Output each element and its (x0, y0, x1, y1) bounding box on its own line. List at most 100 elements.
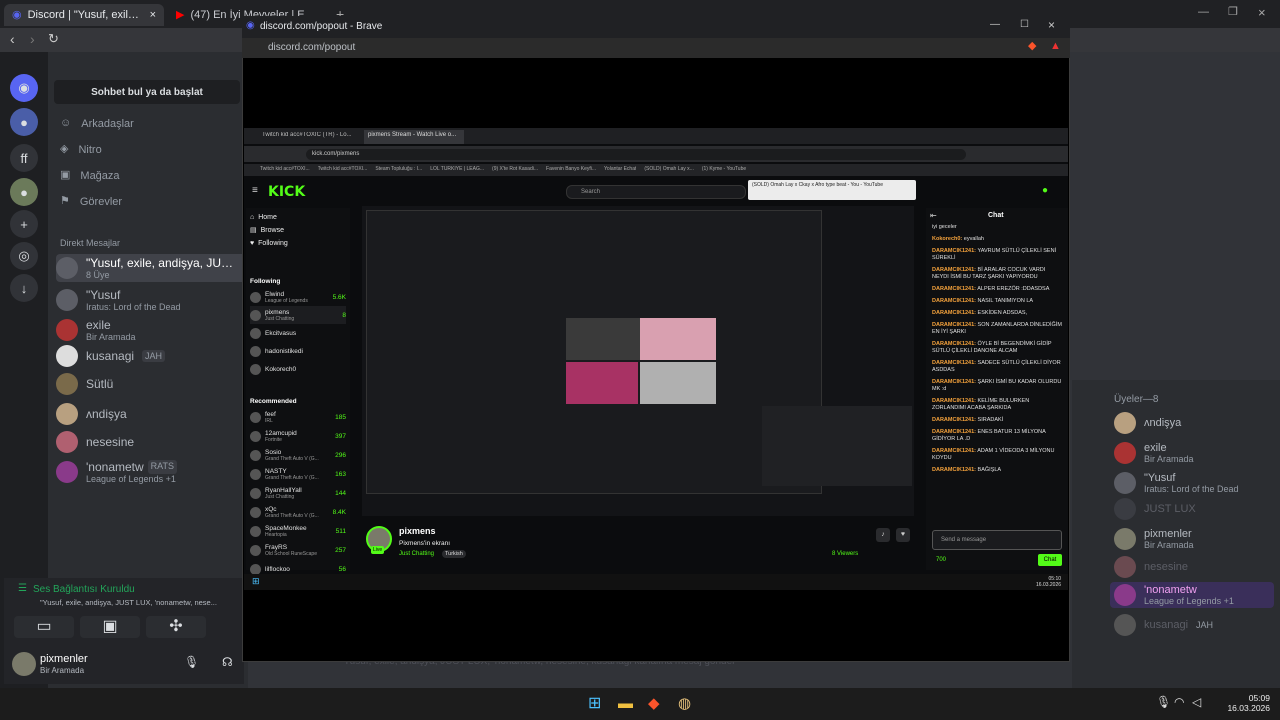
activities-button[interactable]: ✣ (146, 616, 206, 638)
forward-icon[interactable]: › (30, 32, 35, 46)
windows-icon[interactable]: ⊞ (252, 577, 260, 586)
bookmark[interactable]: Favenin Banyo Keyfi... (546, 166, 596, 174)
avatar[interactable] (12, 652, 36, 676)
search-input[interactable]: Sohbet bul ya da başlat (54, 80, 240, 104)
member-item[interactable]: exile Bir Aramada (1114, 440, 1194, 466)
dm-item[interactable]: "Yusuf, exile, andişya, JUST LUX...8 Üye (56, 254, 246, 282)
member-item[interactable]: JUST LUX (1114, 496, 1196, 522)
member-item[interactable]: "Yusuf Iratus: Lord of the Dead (1114, 470, 1239, 496)
member-item[interactable]: 'nonametw League of Legends +1 (1110, 582, 1274, 608)
brave-rewards-icon[interactable]: ▲ (1050, 41, 1061, 52)
following-item[interactable]: pixmens Just Chatting 8 (250, 306, 346, 324)
bookmark[interactable]: Twitch kid acc#TOXI... (260, 166, 310, 174)
nav-home[interactable]: ⌂ Home (250, 214, 288, 221)
chat-user[interactable]: DARAMCIK1241: (932, 429, 976, 435)
following-item[interactable]: Elwind League of Legends 5.6K (250, 288, 346, 306)
chat-user[interactable]: DARAMCIK1241: (932, 267, 976, 273)
screen-share-button[interactable]: ▣ (80, 616, 140, 638)
download-icon[interactable]: ↓ (10, 274, 38, 302)
bookmark[interactable]: (1) Kyme - YouTube (702, 166, 746, 174)
inner-url[interactable]: kick.com/pixmens (306, 149, 966, 160)
bell-icon[interactable]: ♪ (876, 528, 890, 542)
member-item[interactable]: pixmenler Bir Aramada (1114, 526, 1194, 552)
brave-icon[interactable]: ◆ (648, 696, 660, 711)
chat-user[interactable]: DARAMCIK1241: (932, 248, 976, 254)
microphone-icon[interactable]: 🎙 (184, 656, 199, 668)
bookmark[interactable]: Yolantar Echat (604, 166, 636, 174)
chat-user[interactable]: DARAMCIK1241: (932, 298, 976, 304)
minimize-icon[interactable]: — (990, 20, 1000, 30)
close-window-icon[interactable]: × (1258, 6, 1266, 19)
stream-category[interactable]: Just Chatting (399, 551, 434, 557)
chat-user[interactable]: DARAMCIK1241: (932, 417, 976, 423)
member-item[interactable]: ᴧndişya (1114, 410, 1181, 436)
chat-user[interactable]: DARAMCIK1241: (932, 379, 976, 385)
stream-video[interactable] (362, 206, 914, 516)
dm-item[interactable]: 'nonametw RATS League of Legends +1 (56, 458, 246, 486)
chat-user[interactable]: DARAMCIK1241: (932, 360, 976, 366)
dm-item[interactable]: exile Bir Aramada (56, 316, 246, 344)
member-item[interactable]: nesesine (1114, 554, 1188, 580)
reload-icon[interactable]: ↻ (48, 32, 59, 45)
chat-user[interactable]: Kokorech0: (932, 236, 962, 242)
nav-browse[interactable]: ▤ Browse (250, 227, 288, 234)
maximize-icon[interactable]: ☐ (1020, 20, 1029, 30)
recommended-item[interactable]: FrayRS Old School RuneScape 257 (250, 541, 346, 559)
user-avatar-icon[interactable]: ● (1042, 186, 1048, 196)
volume-icon[interactable]: ◁ (1192, 696, 1201, 708)
dm-item[interactable]: nesesine (56, 428, 246, 456)
nav-friends[interactable]: ☺ Arkadaşlar (60, 118, 134, 131)
chat-user[interactable]: DARAMCIK1241: (932, 398, 976, 404)
microphone-icon[interactable]: 🎙 (1156, 696, 1171, 708)
nav-quests[interactable]: ⚑ Görevler (60, 196, 134, 209)
following-item[interactable]: Ekcitvasus (250, 324, 346, 342)
recommended-item[interactable]: feef IRL 185 (250, 408, 346, 426)
bookmark[interactable]: (SOLD) Omah Lay x... (644, 166, 693, 174)
camera-button[interactable]: ▭ (14, 616, 74, 638)
menu-icon[interactable]: ≡ (252, 186, 258, 196)
bookmark[interactable]: LOL TÜRKİYE | LEAG... (430, 166, 484, 174)
chat-user[interactable]: DARAMCIK1241: (932, 310, 976, 316)
windows-start-icon[interactable]: ⊞ (588, 696, 601, 712)
recommended-item[interactable]: 12amcupid Fortnite 397 (250, 427, 346, 445)
dm-item[interactable]: ᴧndişya (56, 400, 246, 428)
chat-user[interactable]: DARAMCIK1241: (932, 286, 976, 292)
back-icon[interactable]: ‹ (10, 32, 15, 46)
server-ff-icon[interactable]: ff (10, 144, 38, 172)
bookmark[interactable]: (9) X'te Rot Kasadi... (492, 166, 538, 174)
collapse-chat-icon[interactable]: ⇤ (930, 212, 937, 220)
explore-icon[interactable]: ◎ (10, 242, 38, 270)
app-icon[interactable]: ◍ (678, 696, 691, 711)
close-icon[interactable]: × (1048, 19, 1055, 31)
kick-logo[interactable]: KICK (268, 184, 305, 200)
stream-name[interactable]: pixmens (399, 526, 436, 536)
server-icon[interactable]: ● (10, 108, 38, 136)
nav-following[interactable]: ♥ Following (250, 240, 288, 247)
following-item[interactable]: hadonistikedi (250, 342, 346, 360)
bookmark[interactable]: Steam Topluluğu : I... (375, 166, 422, 174)
chat-user[interactable]: DARAMCIK1241: (932, 467, 976, 473)
recommended-item[interactable]: SpaceMonkee Heartopia 511 (250, 522, 346, 540)
stream-tag[interactable]: Turkish (442, 550, 466, 558)
brave-shield-icon[interactable]: ◆ (1028, 41, 1036, 52)
tab-discord[interactable]: ◉ Discord | "Yusuf, exile, andişya, JUST… (4, 4, 164, 26)
following-item[interactable]: Kokorech0 (250, 360, 346, 378)
inner-tab-active[interactable]: pixmens Stream - Watch Live o... (364, 130, 464, 144)
minimize-icon[interactable]: — (1198, 7, 1209, 18)
chat-user[interactable]: DARAMCIK1241: (932, 322, 976, 328)
dm-item[interactable]: "Yusuf Iratus: Lord of the Dead (56, 286, 246, 314)
headphones-icon[interactable]: ☊ (222, 656, 233, 668)
chat-user[interactable]: DARAMCIK1241: (932, 448, 976, 454)
nav-shop[interactable]: ▣ Mağaza (60, 170, 134, 183)
dm-item[interactable]: Sütlü (56, 370, 246, 398)
heart-icon[interactable]: ♥ (896, 528, 910, 542)
server-icon[interactable]: ● (10, 178, 38, 206)
search-input[interactable]: Search (566, 185, 746, 199)
recommended-item[interactable]: xQc Grand Theft Auto V (G... 8.4K (250, 503, 346, 521)
file-explorer-icon[interactable]: ▬ (618, 696, 633, 711)
taskbar-clock[interactable]: 05:09 16.03.2026 (1214, 693, 1270, 713)
recommended-item[interactable]: NASTY Grand Theft Auto V (G... 163 (250, 465, 346, 483)
bookmark[interactable]: Twitch kid acc#TOXI... (318, 166, 368, 174)
add-server-icon[interactable]: + (10, 210, 38, 238)
member-item[interactable]: kusanagi JAH (1114, 612, 1213, 638)
